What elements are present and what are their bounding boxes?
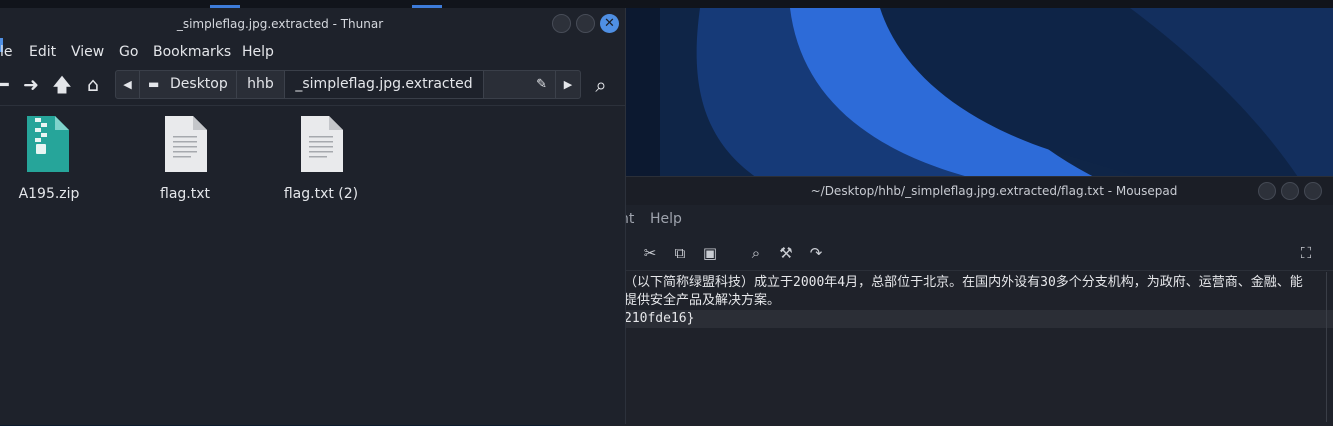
- mousepad-window: ~/Desktop/hhb/_simpleflag.jpg.extracted/…: [560, 176, 1333, 426]
- scrollbar[interactable]: [1326, 272, 1327, 422]
- cut-icon[interactable]: ✂: [640, 243, 660, 263]
- breadcrumb-label: Desktop: [170, 76, 228, 92]
- maximize-button[interactable]: [1281, 182, 1299, 200]
- text-file-icon: [301, 116, 343, 172]
- thunar-menubar: le Edit View Go Bookmarks Help: [0, 40, 625, 66]
- find-icon[interactable]: ⌕: [746, 243, 766, 263]
- search-icon[interactable]: ⌕: [590, 74, 612, 96]
- paste-icon[interactable]: ▣: [700, 243, 720, 263]
- fullscreen-icon[interactable]: ⛶: [1296, 243, 1316, 263]
- text-line: （以下简称绿盟科技）成立于2000年4月，总部位于北京。在国内外设有30多个分支…: [624, 275, 1303, 290]
- breadcrumb-current[interactable]: _simpleflag.jpg.extracted: [285, 71, 484, 98]
- maximize-button[interactable]: [576, 14, 595, 33]
- thunar-titlebar[interactable]: _simpleflag.jpg.extracted - Thunar ✕: [0, 8, 625, 38]
- menu-bookmarks[interactable]: Bookmarks: [153, 44, 231, 60]
- archive-zip-icon: [27, 116, 69, 172]
- file-name: flag.txt (2): [283, 186, 359, 202]
- forward-icon[interactable]: ➜: [20, 74, 42, 96]
- back-icon[interactable]: ━: [0, 74, 14, 96]
- chevron-left-icon[interactable]: ◀: [116, 71, 140, 98]
- text-editor[interactable]: （以下简称绿盟科技）成立于2000年4月，总部位于北京。在国内外设有30多个分支…: [560, 270, 1333, 426]
- thunar-window: _simpleflag.jpg.extracted - Thunar ✕ le …: [0, 8, 626, 425]
- mousepad-toolbar: ✂ ⧉ ▣ ⌕ ⚒ ↷ ⛶: [560, 235, 1333, 269]
- drive-icon: ▬: [148, 77, 160, 91]
- text-line: 提供安全产品及解决方案。: [624, 293, 781, 308]
- menu-file[interactable]: le: [0, 44, 13, 60]
- menu-go[interactable]: Go: [119, 44, 138, 60]
- close-button[interactable]: [1304, 182, 1322, 200]
- up-icon[interactable]: 🡅: [51, 74, 73, 96]
- file-view[interactable]: A195.zip flag.txt flag.txt (2): [0, 105, 625, 425]
- mousepad-menubar: nt Help: [560, 207, 1333, 233]
- mousepad-title: ~/Desktop/hhb/_simpleflag.jpg.extracted/…: [810, 184, 1178, 198]
- chevron-right-icon[interactable]: ▶: [556, 71, 580, 98]
- top-panel: [0, 0, 1333, 8]
- minimize-button[interactable]: [552, 14, 571, 33]
- text-line-current: 210fde16}: [624, 310, 1333, 328]
- menu-help[interactable]: Help: [242, 44, 274, 60]
- location-bar: ◀ ▬ Desktop hhb _simpleflag.jpg.extracte…: [115, 70, 581, 99]
- file-name: flag.txt: [160, 186, 210, 202]
- goto-icon[interactable]: ↷: [806, 243, 826, 263]
- thunar-toolbar: ━ ➜ 🡅 ⌂ ◀ ▬ Desktop hhb _simpleflag.jpg.…: [0, 68, 625, 104]
- home-icon[interactable]: ⌂: [82, 74, 104, 96]
- menu-view[interactable]: View: [71, 44, 104, 60]
- mousepad-titlebar[interactable]: ~/Desktop/hhb/_simpleflag.jpg.extracted/…: [560, 177, 1333, 205]
- text-file-icon: [165, 116, 207, 172]
- minimize-button[interactable]: [1258, 182, 1276, 200]
- find-replace-icon[interactable]: ⚒: [776, 243, 796, 263]
- menu-edit[interactable]: Edit: [29, 44, 56, 60]
- file-name: A195.zip: [18, 186, 80, 202]
- thunar-title: _simpleflag.jpg.extracted - Thunar: [176, 17, 384, 31]
- edit-location-icon[interactable]: ✎: [484, 71, 556, 98]
- close-button[interactable]: ✕: [600, 14, 619, 33]
- copy-icon[interactable]: ⧉: [670, 243, 690, 263]
- breadcrumb-desktop[interactable]: ▬ Desktop: [140, 71, 237, 98]
- menu-help[interactable]: Help: [650, 211, 682, 227]
- breadcrumb-hhb[interactable]: hhb: [237, 71, 285, 98]
